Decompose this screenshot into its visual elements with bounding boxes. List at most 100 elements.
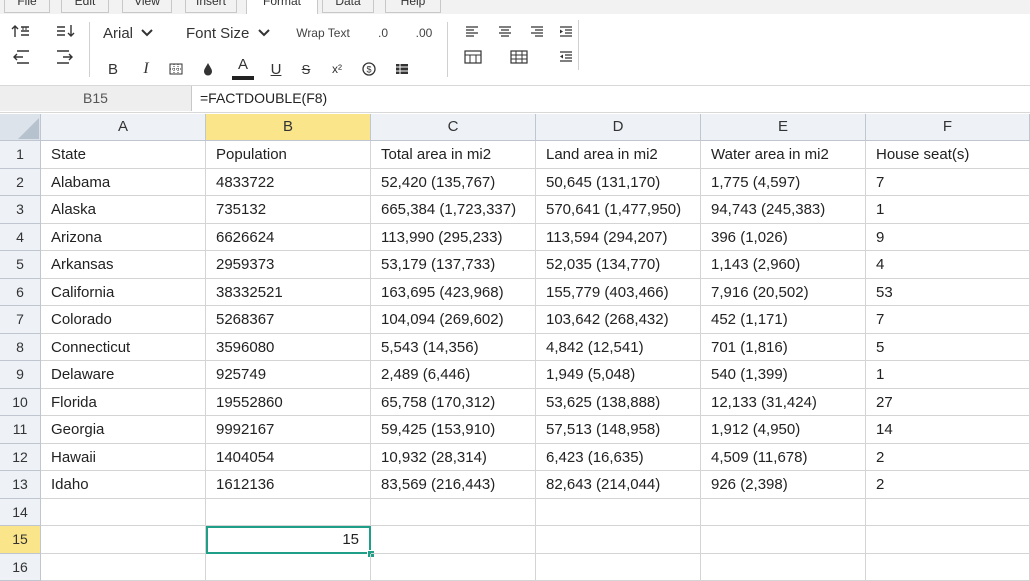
- bold-button[interactable]: B: [103, 58, 123, 80]
- cell-f5[interactable]: 4: [866, 251, 1030, 279]
- cell-f14[interactable]: [866, 499, 1030, 527]
- align-center-icon[interactable]: [495, 22, 515, 42]
- cell-d10[interactable]: 53,625 (138,888): [536, 389, 701, 417]
- cell-a5[interactable]: Arkansas: [41, 251, 206, 279]
- cell-e11[interactable]: 1,912 (4,950): [701, 416, 866, 444]
- cell-b1[interactable]: Population: [206, 141, 371, 169]
- menu-insert[interactable]: Insert: [185, 0, 237, 13]
- cell-a3[interactable]: Alaska: [41, 196, 206, 224]
- cell-d9[interactable]: 1,949 (5,048): [536, 361, 701, 389]
- cell-e10[interactable]: 12,133 (31,424): [701, 389, 866, 417]
- cell-e8[interactable]: 701 (1,816): [701, 334, 866, 362]
- cell-a6[interactable]: California: [41, 279, 206, 307]
- font-color-button[interactable]: A: [230, 54, 256, 82]
- cell-c15[interactable]: [371, 526, 536, 554]
- menu-view[interactable]: View: [122, 0, 172, 13]
- row-header-2[interactable]: 2: [0, 169, 41, 197]
- menu-edit[interactable]: Edit: [61, 0, 109, 13]
- cell-f1[interactable]: House seat(s): [866, 141, 1030, 169]
- cell-e6[interactable]: 7,916 (20,502): [701, 279, 866, 307]
- borders-icon[interactable]: [166, 58, 186, 80]
- cell-c8[interactable]: 5,543 (14,356): [371, 334, 536, 362]
- underline-button[interactable]: U: [266, 58, 286, 80]
- italic-button[interactable]: I: [136, 58, 156, 80]
- cell-f6[interactable]: 53: [866, 279, 1030, 307]
- column-header-c[interactable]: C: [371, 114, 536, 141]
- cell-a12[interactable]: Hawaii: [41, 444, 206, 472]
- cell-d13[interactable]: 82,643 (214,044): [536, 471, 701, 499]
- cell-c11[interactable]: 59,425 (153,910): [371, 416, 536, 444]
- cell-e2[interactable]: 1,775 (4,597): [701, 169, 866, 197]
- cell-e14[interactable]: [701, 499, 866, 527]
- cell-d12[interactable]: 6,423 (16,635): [536, 444, 701, 472]
- cell-b13[interactable]: 1612136: [206, 471, 371, 499]
- cell-c7[interactable]: 104,094 (269,602): [371, 306, 536, 334]
- merge-cells-icon[interactable]: [462, 47, 484, 67]
- cell-e9[interactable]: 540 (1,399): [701, 361, 866, 389]
- strikethrough-button[interactable]: S: [296, 58, 316, 80]
- row-header-9[interactable]: 9: [0, 361, 41, 389]
- cell-e4[interactable]: 396 (1,026): [701, 224, 866, 252]
- cell-a16[interactable]: [41, 554, 206, 581]
- cell-f8[interactable]: 5: [866, 334, 1030, 362]
- align-right-icon[interactable]: [527, 22, 547, 42]
- cell-d15[interactable]: [536, 526, 701, 554]
- cell-a8[interactable]: Connecticut: [41, 334, 206, 362]
- menu-format[interactable]: Format: [246, 0, 318, 15]
- cell-b16[interactable]: [206, 554, 371, 581]
- cell-e5[interactable]: 1,143 (2,960): [701, 251, 866, 279]
- cell-e13[interactable]: 926 (2,398): [701, 471, 866, 499]
- sort-descending-icon[interactable]: [52, 20, 78, 42]
- menu-data[interactable]: Data: [322, 0, 374, 13]
- currency-icon[interactable]: $: [359, 58, 379, 80]
- cell-f12[interactable]: 2: [866, 444, 1030, 472]
- menu-file[interactable]: File: [4, 0, 50, 13]
- active-cell[interactable]: 15: [206, 526, 371, 554]
- superscript-button[interactable]: x²: [327, 58, 347, 80]
- row-header-1[interactable]: 1: [0, 141, 41, 169]
- cell-b10[interactable]: 19552860: [206, 389, 371, 417]
- fill-color-icon[interactable]: [198, 58, 218, 80]
- cell-b11[interactable]: 9992167: [206, 416, 371, 444]
- cell-e16[interactable]: [701, 554, 866, 581]
- cell-b7[interactable]: 5268367: [206, 306, 371, 334]
- align-left-icon[interactable]: [462, 22, 482, 42]
- cell-a13[interactable]: Idaho: [41, 471, 206, 499]
- font-size-dropdown[interactable]: Font Size: [181, 22, 277, 44]
- menu-help[interactable]: Help: [385, 0, 441, 13]
- row-header-10[interactable]: 10: [0, 389, 41, 417]
- cell-a15[interactable]: [41, 526, 206, 554]
- cell-f15[interactable]: [866, 526, 1030, 554]
- cell-e12[interactable]: 4,509 (11,678): [701, 444, 866, 472]
- wrap-text-button[interactable]: Wrap Text: [290, 22, 356, 44]
- column-header-b[interactable]: B: [206, 114, 371, 141]
- cell-c2[interactable]: 52,420 (135,767): [371, 169, 536, 197]
- cell-f2[interactable]: 7: [866, 169, 1030, 197]
- cell-b9[interactable]: 925749: [206, 361, 371, 389]
- cell-b3[interactable]: 735132: [206, 196, 371, 224]
- cell-c3[interactable]: 665,384 (1,723,337): [371, 196, 536, 224]
- cell-reference-box[interactable]: B15: [0, 86, 192, 111]
- cell-b2[interactable]: 4833722: [206, 169, 371, 197]
- cell-b8[interactable]: 3596080: [206, 334, 371, 362]
- cell-c14[interactable]: [371, 499, 536, 527]
- cell-c12[interactable]: 10,932 (28,314): [371, 444, 536, 472]
- cell-f4[interactable]: 9: [866, 224, 1030, 252]
- cell-a2[interactable]: Alabama: [41, 169, 206, 197]
- cell-a9[interactable]: Delaware: [41, 361, 206, 389]
- row-header-4[interactable]: 4: [0, 224, 41, 252]
- formula-input[interactable]: =FACTDOUBLE(F8): [200, 86, 327, 111]
- cell-f16[interactable]: [866, 554, 1030, 581]
- cell-e7[interactable]: 452 (1,171): [701, 306, 866, 334]
- cell-d16[interactable]: [536, 554, 701, 581]
- cell-d2[interactable]: 50,645 (131,170): [536, 169, 701, 197]
- row-header-16[interactable]: 16: [0, 554, 41, 581]
- select-all-corner[interactable]: [0, 114, 41, 141]
- cell-d4[interactable]: 113,594 (294,207): [536, 224, 701, 252]
- cell-c4[interactable]: 113,990 (295,233): [371, 224, 536, 252]
- row-header-11[interactable]: 11: [0, 416, 41, 444]
- row-header-5[interactable]: 5: [0, 251, 41, 279]
- row-header-7[interactable]: 7: [0, 306, 41, 334]
- column-header-a[interactable]: A: [41, 114, 206, 141]
- cell-d5[interactable]: 52,035 (134,770): [536, 251, 701, 279]
